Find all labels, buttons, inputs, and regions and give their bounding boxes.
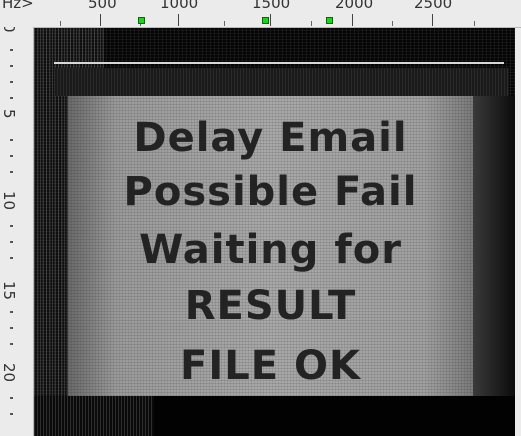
frequency-tick-label: 500 [88, 0, 117, 12]
ruler-dot [10, 65, 13, 67]
ruler-dot [10, 139, 13, 141]
ruler-minor-tick [392, 21, 393, 26]
time-tick-label: 5 [0, 109, 18, 119]
ruler-dot [10, 97, 13, 99]
decoded-image-block: Delay Email Possible Fail Waiting for RE… [68, 96, 473, 396]
message-line: RESULT [184, 283, 357, 329]
frequency-unit-label: Hz> [2, 0, 34, 12]
ruler-dot [10, 397, 13, 399]
ruler-dot [10, 343, 13, 345]
carrier-line [54, 62, 504, 64]
time-tick-label: 0 [0, 27, 18, 33]
ruler-dot [10, 257, 13, 259]
signal-fade [473, 96, 515, 396]
message-line: Waiting for [139, 227, 402, 273]
frequency-tick-label: 1500 [252, 0, 291, 12]
ruler-dot [10, 241, 13, 243]
time-ruler: 0 5 10 15 20 [0, 27, 34, 436]
noise-band [54, 68, 509, 96]
ruler-minor-tick [60, 21, 61, 26]
frequency-marker-left[interactable] [138, 17, 145, 24]
ruler-minor-tick [224, 21, 225, 26]
frequency-ruler[interactable]: Hz> 500 1000 1500 2000 2500 [0, 0, 521, 28]
ruler-minor-tick [311, 21, 312, 26]
message-line: Delay Email [133, 115, 408, 161]
noise-stripes-bottom [34, 396, 154, 436]
ruler-minor-tick [474, 21, 475, 26]
ruler-major-tick [100, 14, 101, 26]
message-line: FILE OK [180, 343, 361, 389]
frequency-marker-center[interactable] [262, 17, 269, 24]
time-tick-label: 10 [0, 191, 18, 211]
ruler-dot [10, 49, 13, 51]
time-tick-label: 20 [0, 363, 18, 383]
ruler-dot [10, 171, 13, 173]
ruler-major-tick [432, 14, 433, 26]
frequency-tick-label: 2500 [414, 0, 453, 12]
frequency-tick-label: 1000 [160, 0, 199, 12]
ruler-dot [10, 225, 13, 227]
ruler-major-tick [178, 14, 179, 26]
waterfall-display[interactable]: Delay Email Possible Fail Waiting for RE… [34, 28, 515, 436]
ruler-major-tick [352, 14, 353, 26]
ruler-dot [10, 327, 13, 329]
ruler-dot [10, 81, 13, 83]
time-tick-label: 15 [0, 281, 18, 301]
ruler-dot [10, 413, 13, 415]
ruler-major-tick [270, 14, 271, 26]
frequency-tick-label: 2000 [335, 0, 374, 12]
waterfall-viewer: Hz> 500 1000 1500 2000 2500 0 5 10 15 20 [0, 0, 521, 436]
ruler-dot [10, 155, 13, 157]
ruler-dot [10, 311, 13, 313]
frequency-marker-right[interactable] [326, 17, 333, 24]
message-line: Possible Fail [123, 169, 418, 215]
